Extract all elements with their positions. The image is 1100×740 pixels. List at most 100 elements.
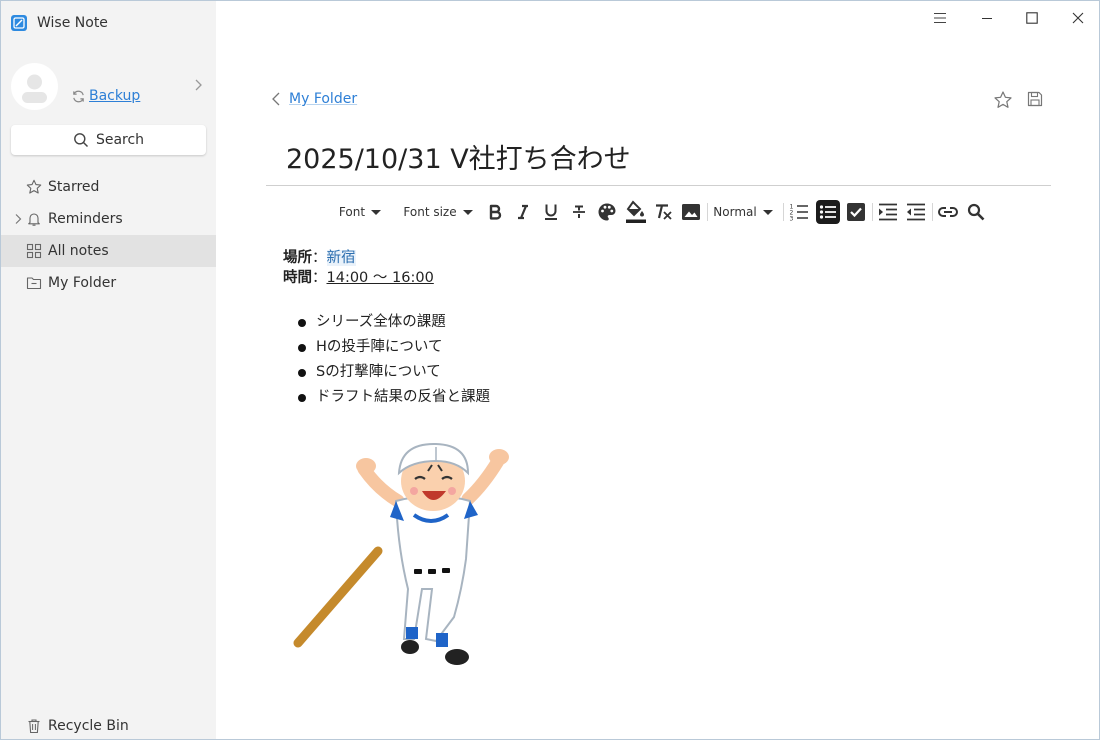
chevron-right-icon[interactable]: [13, 213, 23, 225]
clear-formatting-button[interactable]: [651, 199, 675, 225]
bullet-dot: [298, 393, 306, 402]
maximize-button[interactable]: [1020, 6, 1044, 30]
list-item: シリーズ全体の課題: [298, 310, 490, 335]
italic-icon: [518, 204, 528, 220]
folder-icon: [26, 277, 42, 290]
paragraph-style-label: Normal: [713, 205, 757, 219]
favorite-star-icon[interactable]: [993, 90, 1013, 110]
link-icon: [938, 207, 958, 217]
bold-icon: [489, 204, 502, 220]
insert-image-button[interactable]: [679, 199, 703, 225]
list-item-text: シリーズ全体の課題: [316, 314, 446, 330]
search-label: Search: [95, 132, 145, 148]
sidebar: Wise Note Backup Search Starred Reminder…: [1, 1, 216, 739]
italic-button[interactable]: [511, 199, 535, 225]
caret-down-icon: [371, 209, 382, 215]
list-item-text: Hの投手陣について: [316, 339, 443, 355]
backup-label: Backup: [89, 88, 141, 104]
toolbar-separator: [707, 203, 708, 221]
note-title[interactable]: 2025/10/31 V社打ち合わせ: [286, 137, 631, 176]
chevron-left-icon: [272, 92, 280, 106]
clear-format-icon: [656, 204, 672, 220]
save-icon[interactable]: [1026, 90, 1044, 108]
font-dropdown-label: Font: [338, 205, 366, 219]
time-line: 時間：14:00 ～ 16:00: [283, 268, 434, 288]
sidebar-item-label: Reminders: [48, 211, 123, 227]
sidebar-item-label: My Folder: [48, 275, 117, 291]
bullet-list: シリーズ全体の課題 Hの投手陣について Sの打撃陣について ドラフト結果の反省と…: [298, 310, 490, 410]
strikethrough-button[interactable]: [567, 199, 591, 225]
underline-icon: [545, 204, 557, 220]
list-item-text: ドラフト結果の反省と課題: [316, 389, 490, 405]
underline-button[interactable]: [539, 199, 563, 225]
numbered-list-icon: 123: [790, 204, 808, 222]
highlight-color-button[interactable]: [623, 199, 649, 225]
grid-icon: [26, 243, 42, 259]
sidebar-item-all-notes[interactable]: All notes: [1, 235, 216, 267]
font-size-dropdown[interactable]: Font size: [399, 199, 477, 225]
palette-icon: [598, 203, 616, 221]
bulleted-list-button[interactable]: [815, 199, 841, 225]
sidebar-item-label: Recycle Bin: [48, 718, 129, 734]
list-item: Sの打撃陣について: [298, 360, 490, 385]
maximize-icon: [1026, 12, 1038, 24]
outdent-icon: [907, 203, 925, 221]
sidebar-item-reminders[interactable]: Reminders: [1, 203, 216, 235]
checklist-button[interactable]: [844, 199, 868, 225]
bulleted-list-icon: [816, 200, 840, 224]
strikethrough-icon: [573, 205, 585, 218]
list-item-text: Sの打撃陣について: [316, 364, 441, 380]
backup-link[interactable]: Backup: [71, 88, 140, 104]
colon: ：: [312, 250, 327, 266]
find-button[interactable]: [964, 199, 988, 225]
minimize-button[interactable]: [975, 6, 999, 30]
font-dropdown[interactable]: Font: [331, 199, 389, 225]
location-label: 場所: [283, 250, 312, 266]
bold-button[interactable]: [483, 199, 507, 225]
toolbar-separator: [872, 203, 873, 221]
colon: ：: [312, 270, 327, 286]
bullet-dot: [298, 343, 306, 352]
caret-down-icon: [462, 209, 473, 215]
sidebar-item-starred[interactable]: Starred: [1, 171, 216, 203]
fill-bucket-icon: [626, 200, 646, 223]
breadcrumb-folder-link[interactable]: My Folder: [289, 91, 357, 107]
sidebar-item-label: Starred: [48, 179, 100, 195]
breadcrumb[interactable]: My Folder: [271, 91, 357, 107]
indent-icon: [879, 203, 897, 221]
text-color-button[interactable]: [595, 199, 619, 225]
close-button[interactable]: [1066, 6, 1090, 30]
list-item: ドラフト結果の反省と課題: [298, 385, 490, 410]
sidebar-item-recycle-bin[interactable]: Recycle Bin: [1, 710, 216, 740]
paragraph-style-dropdown[interactable]: Normal: [711, 199, 775, 225]
location-line: 場所：新宿: [283, 248, 434, 268]
insert-link-button[interactable]: [936, 199, 960, 225]
title-divider: [266, 185, 1051, 186]
checkbox-icon: [847, 203, 865, 221]
outdent-button[interactable]: [904, 199, 928, 225]
indent-button[interactable]: [876, 199, 900, 225]
chevron-right-icon[interactable]: [191, 78, 205, 92]
location-value: 新宿: [326, 250, 356, 266]
toolbar-separator: [783, 203, 784, 221]
caret-down-icon: [762, 209, 773, 215]
app-logo-icon: [11, 15, 27, 31]
search-button[interactable]: Search: [11, 125, 206, 155]
menu-button[interactable]: [928, 6, 952, 30]
app-window: Wise Note Backup Search Starred Reminder…: [0, 0, 1100, 740]
star-icon: [26, 179, 42, 194]
numbered-list-button[interactable]: 123: [787, 199, 811, 225]
sidebar-item-label: All notes: [48, 243, 109, 259]
sidebar-item-my-folder[interactable]: My Folder: [1, 267, 216, 299]
sync-icon: [73, 90, 84, 102]
avatar[interactable]: [11, 63, 58, 110]
minimize-icon: [982, 18, 992, 19]
note-editor[interactable]: 場所：新宿 時間：14:00 ～ 16:00 シリーズ全体の課題 Hの投手陣につ…: [283, 248, 490, 405]
app-title: Wise Note: [37, 15, 108, 31]
bullet-dot: [298, 318, 306, 327]
trash-icon: [28, 719, 40, 734]
baseball-player-image[interactable]: [286, 439, 516, 671]
font-size-dropdown-label: Font size: [403, 205, 457, 219]
hamburger-icon: [934, 12, 946, 24]
svg-text:3: 3: [790, 216, 794, 222]
